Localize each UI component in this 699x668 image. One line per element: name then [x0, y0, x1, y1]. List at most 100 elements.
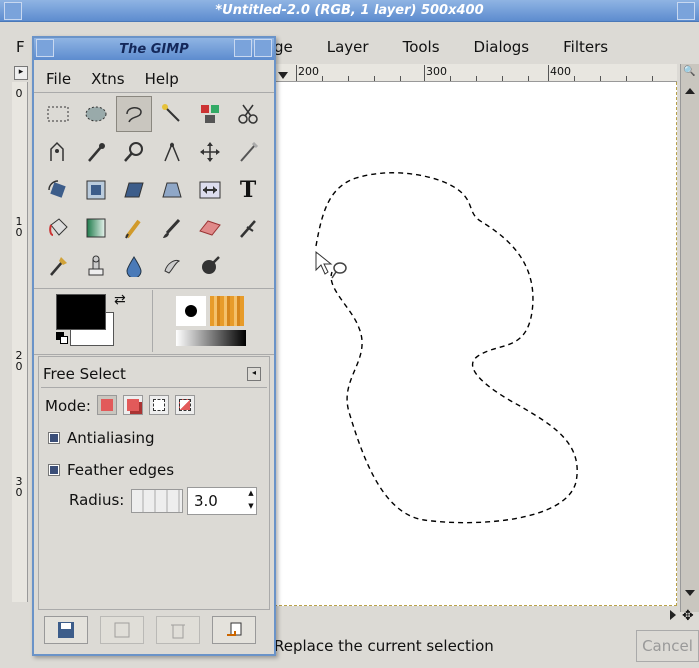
color-picker-icon[interactable]: [78, 134, 114, 170]
free-selection-outline: [315, 172, 578, 524]
hscroll-right-arrow[interactable]: [670, 610, 676, 620]
measure-icon[interactable]: [154, 134, 190, 170]
pencil-icon[interactable]: [116, 210, 152, 246]
flip-icon[interactable]: [192, 172, 228, 208]
reset-options-button[interactable]: [212, 616, 256, 644]
shear-icon[interactable]: [116, 172, 152, 208]
delete-options-button[interactable]: [156, 616, 200, 644]
image-window-titlebar[interactable]: *Untitled-2.0 (RGB, 1 layer) 500x400: [0, 0, 699, 22]
tool-options-title: Free Select: [43, 365, 126, 383]
scissors-icon[interactable]: [230, 96, 266, 132]
vertical-scrollbar[interactable]: 🔍: [680, 64, 699, 612]
zoom-icon[interactable]: [116, 134, 152, 170]
airbrush-icon[interactable]: [230, 210, 266, 246]
paths-icon[interactable]: [40, 134, 76, 170]
mode-add-button[interactable]: [123, 395, 143, 415]
radius-slider[interactable]: [131, 489, 183, 513]
rect-select-icon[interactable]: [40, 96, 76, 132]
toolbox-maximize-button[interactable]: [234, 39, 252, 57]
swap-colors-icon[interactable]: ⇄: [114, 292, 126, 308]
clone-icon[interactable]: [78, 248, 114, 284]
cancel-button[interactable]: Cancel: [636, 630, 699, 662]
default-colors-icon[interactable]: [56, 332, 70, 346]
foreground-color-swatch[interactable]: [56, 294, 106, 330]
feather-check-icon: [48, 464, 60, 476]
toolbox-menu-button[interactable]: [36, 39, 54, 57]
antialiasing-check-icon: [48, 432, 60, 444]
mode-subtract-button[interactable]: [149, 395, 169, 415]
feather-label: Feather edges: [67, 461, 175, 479]
rotate-icon[interactable]: [40, 172, 76, 208]
image-window-title: *Untitled-2.0 (RGB, 1 layer) 500x400: [215, 3, 484, 18]
antialiasing-label: Antialiasing: [67, 429, 155, 447]
tool-options-menu-button[interactable]: ◂: [247, 367, 261, 381]
bucket-fill-icon[interactable]: [40, 210, 76, 246]
toolbox-menu-help[interactable]: Help: [145, 70, 179, 88]
menu-filters[interactable]: Filters: [563, 38, 608, 56]
crop-icon[interactable]: [230, 134, 266, 170]
restore-options-button[interactable]: [100, 616, 144, 644]
image-canvas[interactable]: [274, 82, 677, 606]
vruler-label-0: 0: [15, 87, 23, 100]
vertical-ruler: 0 1 0 2 0 3 0: [12, 82, 28, 602]
gradient-preview[interactable]: [176, 330, 246, 346]
image-window-close-button[interactable]: [677, 2, 695, 20]
tool-options-panel: Free Select ◂ Mode: Antialiasing Feather…: [38, 356, 270, 610]
eraser-icon[interactable]: [192, 210, 228, 246]
ink-icon[interactable]: [40, 248, 76, 284]
vruler-label-300: 3 0: [15, 475, 23, 499]
zoom-nav-icon[interactable]: 🔍: [683, 66, 695, 77]
move-icon[interactable]: [192, 134, 228, 170]
text-icon[interactable]: T: [230, 172, 266, 208]
pattern-preview[interactable]: [210, 296, 244, 326]
menu-layer[interactable]: Layer: [327, 38, 369, 56]
horizontal-ruler: 200 300 400: [274, 64, 677, 82]
navigate-icon[interactable]: ✥: [682, 608, 694, 624]
toolbox-title: The GIMP: [119, 41, 189, 57]
scroll-down-arrow[interactable]: [685, 590, 695, 596]
toolbox-window: The GIMP File Xtns Help T ⇄ Free Select …: [32, 36, 276, 656]
quick-mask-corner-button[interactable]: ▸: [14, 66, 28, 80]
tool-grid: T: [40, 96, 268, 286]
ellipse-select-icon[interactable]: [78, 96, 114, 132]
ruler-label-200: 200: [298, 65, 319, 78]
scale-icon[interactable]: [78, 172, 114, 208]
ruler-label-400: 400: [550, 65, 571, 78]
mode-intersect-button[interactable]: [175, 395, 195, 415]
menu-dialogs[interactable]: Dialogs: [474, 38, 530, 56]
status-text: Replace the current selection: [274, 637, 494, 655]
status-bar: Replace the current selection: [274, 628, 634, 664]
mode-label: Mode:: [45, 397, 91, 415]
toolbox-menu-file[interactable]: File: [46, 70, 71, 88]
free-select-icon[interactable]: [116, 96, 152, 132]
feather-edges-checkbox[interactable]: Feather edges: [48, 461, 175, 479]
vruler-label-200: 2 0: [15, 349, 23, 373]
mouse-pointer-icon: [314, 250, 348, 284]
brush-pattern-gradient-area: [154, 290, 272, 352]
image-window-menu-button[interactable]: [4, 2, 22, 20]
mode-replace-button[interactable]: [97, 395, 117, 415]
scroll-up-arrow[interactable]: [685, 88, 695, 94]
radius-spin-arrows[interactable]: ▲ ▼: [245, 487, 257, 515]
vruler-label-100: 1 0: [15, 215, 23, 239]
menu-file-partial[interactable]: F: [16, 38, 25, 56]
brush-preview[interactable]: [176, 296, 206, 326]
radius-label: Radius:: [69, 491, 125, 509]
perspective-icon[interactable]: [154, 172, 190, 208]
toolbox-titlebar[interactable]: The GIMP: [34, 38, 274, 60]
smudge-icon[interactable]: [154, 248, 190, 284]
menu-tools[interactable]: Tools: [403, 38, 440, 56]
blur-icon[interactable]: [116, 248, 152, 284]
blend-icon[interactable]: [78, 210, 114, 246]
antialiasing-checkbox[interactable]: Antialiasing: [48, 429, 155, 447]
toolbox-menu-xtns[interactable]: Xtns: [91, 70, 124, 88]
toolbox-close-button[interactable]: [254, 39, 272, 57]
paintbrush-icon[interactable]: [154, 210, 190, 246]
dodge-burn-icon[interactable]: [192, 248, 228, 284]
fuzzy-select-icon[interactable]: [154, 96, 190, 132]
save-options-button[interactable]: [44, 616, 88, 644]
ruler-label-300: 300: [426, 65, 447, 78]
radius-value: 3.0: [194, 492, 218, 510]
color-select-icon[interactable]: [192, 96, 228, 132]
menu-image[interactable]: ge: [274, 38, 293, 56]
